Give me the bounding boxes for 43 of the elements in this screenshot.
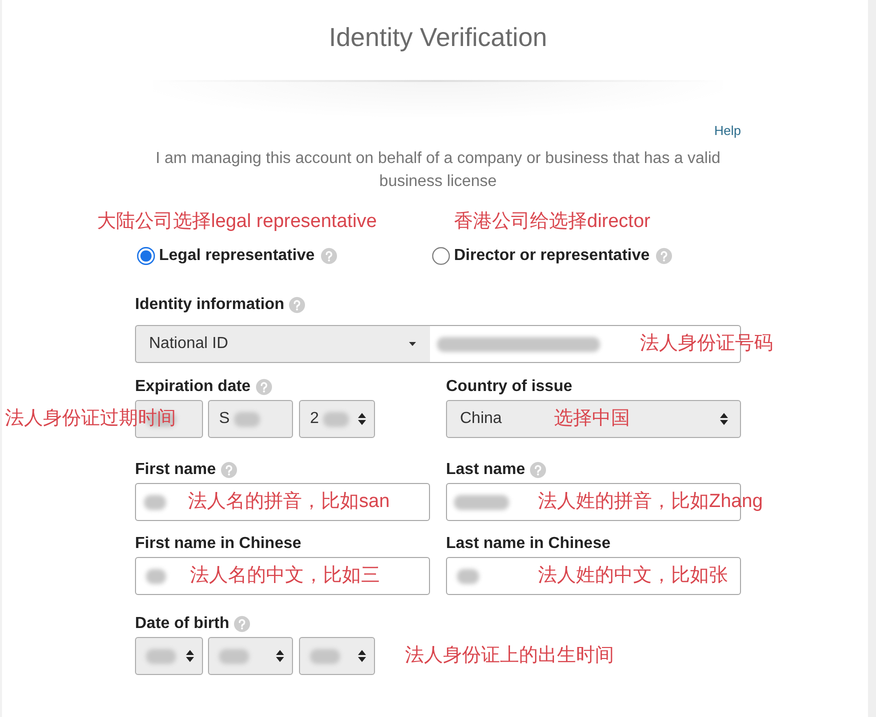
annotation-text: 大陆公司选择legal representative	[97, 210, 377, 234]
field-label: Country of issue	[446, 378, 572, 396]
help-icon[interactable]	[234, 616, 250, 632]
annotation-text: 法人姓的中文，比如张	[538, 564, 728, 588]
text-field[interactable]	[446, 557, 741, 595]
field-label: First name in Chinese	[135, 535, 302, 553]
field-label: Date of birth	[135, 615, 230, 633]
help-icon[interactable]	[256, 379, 272, 395]
date-select[interactable]	[135, 400, 203, 438]
caret-down-icon	[409, 342, 416, 346]
annotation-text: 法人身份证过期时间	[5, 407, 176, 431]
intro-text: I am managing this account on behalf of a company or business that has a valid business license	[154, 149, 722, 192]
text-field[interactable]	[135, 483, 430, 521]
radio-button[interactable]	[432, 247, 450, 265]
date-select[interactable]	[299, 637, 375, 675]
help-icon[interactable]	[289, 297, 306, 313]
annotation-text: 法人身份证上的出生时间	[405, 644, 614, 668]
field-label: Last name	[446, 461, 526, 479]
page-title: Identity Verification	[328, 22, 548, 52]
help-icon[interactable]	[530, 462, 546, 478]
annotation-text: 选择中国	[554, 407, 630, 431]
field-label: Expiration date	[135, 378, 251, 396]
date-select[interactable]	[208, 637, 293, 675]
id-type-select[interactable]: National ID	[135, 325, 430, 363]
field-label: Last name in Chinese	[446, 535, 610, 553]
option-label: Legal representative	[159, 247, 315, 265]
radio-button[interactable]	[137, 247, 155, 265]
field-label: First name	[135, 461, 216, 479]
annotation-text: 香港公司给选择director	[454, 210, 650, 234]
annotation-text: 法人名的拼音，比如san	[188, 490, 390, 514]
annotation-text: 法人姓的拼音，比如Zhang	[538, 490, 763, 514]
annotation-text: 法人身份证号码	[640, 332, 773, 356]
date-select[interactable]: S	[208, 400, 293, 438]
help-link[interactable]: Help	[714, 123, 741, 139]
option-label: Director or representative	[454, 247, 650, 265]
annotation-text: 法人名的中文，比如三	[190, 564, 380, 588]
date-select[interactable]	[135, 637, 203, 675]
help-icon[interactable]	[320, 248, 337, 264]
help-icon[interactable]	[656, 248, 672, 264]
field-label: Identity information	[135, 296, 284, 314]
text-field[interactable]	[135, 557, 430, 595]
date-select[interactable]: 2	[299, 400, 375, 438]
help-icon[interactable]	[220, 462, 237, 478]
